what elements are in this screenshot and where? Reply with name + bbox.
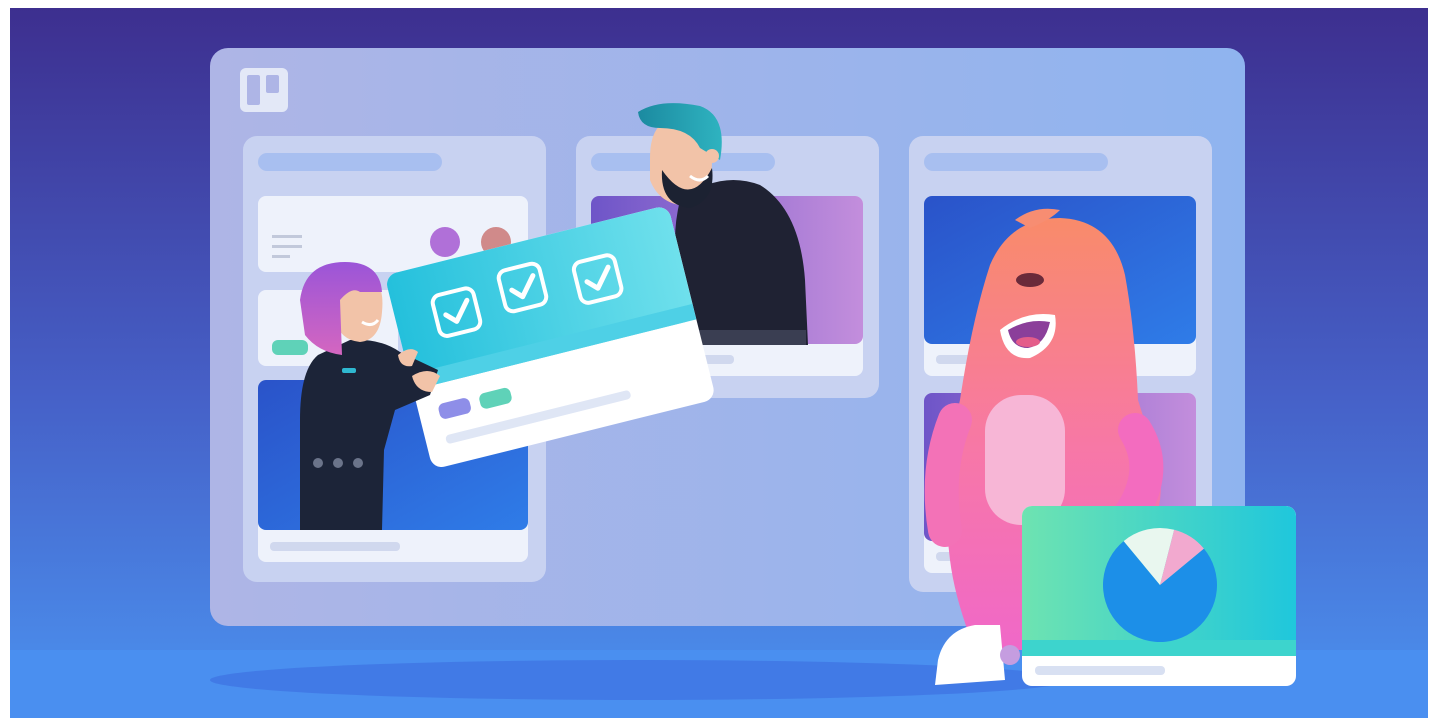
trello-logo-icon (240, 68, 288, 112)
pie-chart (1103, 528, 1218, 642)
card-label (272, 340, 308, 355)
trello-board-illustration (10, 8, 1428, 718)
laptop (1022, 506, 1296, 686)
avatar (430, 227, 460, 257)
